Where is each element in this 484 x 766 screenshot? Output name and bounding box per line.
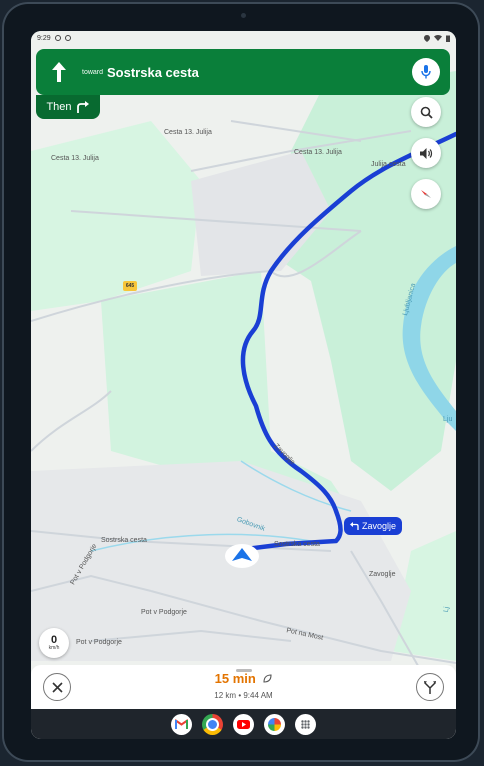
- volume-icon: [420, 147, 433, 159]
- next-turn-tag[interactable]: Zavoglje: [344, 517, 403, 535]
- alternate-routes-button[interactable]: [416, 673, 444, 701]
- map-label-river: Lju: [443, 416, 453, 423]
- trip-distance: 12 km: [214, 691, 237, 700]
- tablet-frame: Cesta 13. Julija Cesta 13. Julija Cesta …: [2, 2, 480, 762]
- trip-separator: •: [238, 691, 242, 700]
- location-icon: [424, 34, 430, 42]
- gmail-app-icon[interactable]: [171, 713, 192, 735]
- then-instruction[interactable]: Then: [36, 95, 100, 119]
- arrow-up-icon: [52, 62, 66, 82]
- volume-button[interactable]: [411, 138, 441, 168]
- wifi-icon: [434, 35, 442, 41]
- map-label-julija-cesta: Julija cesta: [371, 161, 406, 168]
- map-label-pot-v-podgorje: Pot v Podgorje: [141, 609, 187, 616]
- compass-button[interactable]: [411, 179, 441, 209]
- trip-arrival: 9:44 AM: [243, 691, 273, 700]
- current-location-marker: [225, 544, 259, 568]
- screen: Cesta 13. Julija Cesta 13. Julija Cesta …: [31, 31, 456, 739]
- compass-icon: [421, 190, 431, 198]
- notification-icon: [54, 35, 61, 41]
- alt-routes-icon: [424, 680, 436, 694]
- youtube-app-icon[interactable]: [233, 713, 254, 735]
- status-bar: 9:29: [31, 31, 456, 45]
- then-label: Then: [46, 101, 72, 113]
- trip-duration: 15 min: [214, 671, 256, 686]
- map-label-cesta-13-julija: Cesta 13. Julija: [294, 149, 342, 156]
- eco-leaf-icon: [263, 674, 272, 683]
- turn-right-icon: [76, 101, 89, 113]
- front-camera: [241, 13, 246, 18]
- trip-eta: 15 min 12 km • 9:44 AM: [31, 670, 456, 700]
- toward-label: toward: [82, 68, 104, 76]
- map-label-sostrska-route: Sostrska cesta: [274, 541, 320, 548]
- app-dock: [31, 709, 456, 739]
- photos-app-icon[interactable]: [264, 713, 285, 735]
- trip-summary-sheet[interactable]: 15 min 12 km • 9:44 AM: [31, 665, 456, 709]
- status-time: 9:29: [37, 34, 51, 42]
- search-button[interactable]: [411, 97, 441, 127]
- navigation-banner[interactable]: toward Sostrska cesta: [36, 49, 450, 95]
- speed-unit: km/h: [48, 645, 60, 651]
- map-label-cesta-13-julija: Cesta 13. Julija: [164, 129, 212, 136]
- map-canvas[interactable]: [31, 31, 456, 739]
- speedometer: 0 km/h: [39, 628, 69, 658]
- chrome-app-icon[interactable]: [202, 713, 223, 735]
- map-label-sostrska-cesta: Sostrska cesta: [101, 537, 147, 544]
- notification-icon: [64, 35, 71, 41]
- next-turn-street: Zavoglje: [362, 521, 397, 531]
- turn-left-icon: [350, 522, 359, 530]
- search-icon: [420, 106, 433, 119]
- app-drawer-icon[interactable]: [295, 713, 316, 735]
- battery-icon: [446, 35, 450, 42]
- map-label-river: Lj: [442, 606, 451, 613]
- street-name: Sostrska cesta: [107, 64, 199, 80]
- map-label-cesta-13-julija: Cesta 13. Julija: [51, 155, 99, 162]
- map-label-pot-v-podgorje: Pot v Podgorje: [76, 639, 122, 646]
- mic-icon: [421, 65, 431, 79]
- map-label-zavoglje: Zavoglje: [369, 571, 396, 578]
- voice-search-button[interactable]: [412, 58, 440, 86]
- route-shield-645: 645: [123, 281, 137, 291]
